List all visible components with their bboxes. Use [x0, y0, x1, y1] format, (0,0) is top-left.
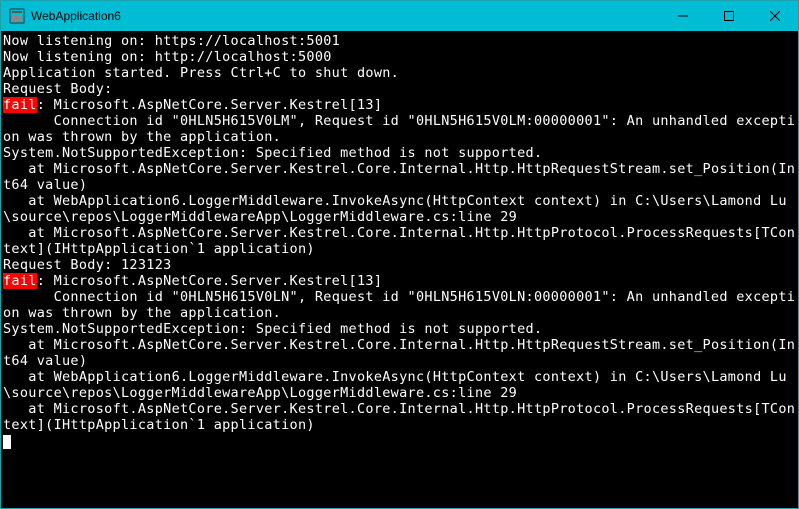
console-line: Application started. Press Ctrl+C to shu…	[3, 65, 399, 81]
minimize-button[interactable]	[660, 1, 706, 31]
app-icon	[9, 8, 25, 24]
console-line: Request Body: 123123	[3, 257, 172, 273]
app-window: WebApplication6 Now listening on: https:…	[0, 0, 799, 509]
error-header: : Microsoft.AspNetCore.Server.Kestrel[13…	[37, 97, 383, 113]
console-line: Request Body:	[3, 81, 113, 97]
close-button[interactable]	[752, 1, 798, 31]
window-controls	[660, 1, 798, 31]
error-header: : Microsoft.AspNetCore.Server.Kestrel[13…	[37, 273, 383, 289]
console-line: Now listening on: https://localhost:5001	[3, 33, 340, 49]
titlebar[interactable]: WebApplication6	[1, 1, 798, 31]
window-title: WebApplication6	[31, 9, 660, 23]
error-body: Connection id "0HLN5H615V0LM", Request i…	[3, 113, 795, 257]
fail-badge: fail	[3, 273, 37, 289]
console-line: Now listening on: http://localhost:5000	[3, 49, 332, 65]
cursor	[3, 435, 11, 449]
console-output[interactable]: Now listening on: https://localhost:5001…	[1, 31, 798, 508]
maximize-button[interactable]	[706, 1, 752, 31]
error-body: Connection id "0HLN5H615V0LN", Request i…	[3, 289, 795, 433]
fail-badge: fail	[3, 97, 37, 113]
